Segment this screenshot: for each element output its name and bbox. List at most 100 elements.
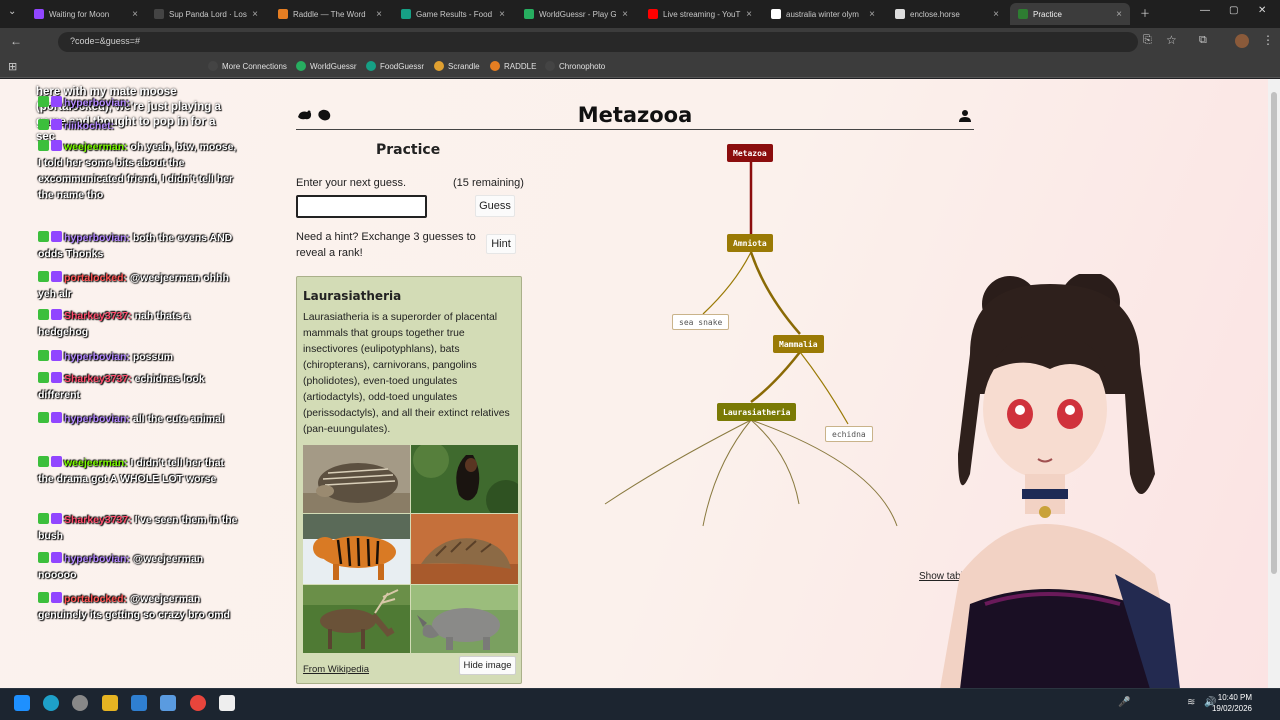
- tab-close-icon[interactable]: ×: [376, 9, 382, 20]
- chat-message: weejeerman: I didn't tell her that the d…: [38, 455, 238, 487]
- tree-guess-echidna[interactable]: echidna: [825, 426, 873, 442]
- windows-start-icon[interactable]: [14, 695, 30, 711]
- tab-favicon-icon: [648, 9, 658, 19]
- chat-message: portalocked: @weejeerman genuinely its g…: [38, 591, 238, 623]
- new-tab-icon[interactable]: ＋: [1140, 5, 1150, 20]
- chat-badge-icon: [51, 372, 62, 383]
- tree-node-mammalia[interactable]: Mammalia: [773, 335, 824, 353]
- chat-username[interactable]: hyperbovian:: [64, 232, 130, 244]
- browser-tab[interactable]: Sup Panda Lord · Los ×: [146, 3, 266, 25]
- tree-node-metazoa[interactable]: Metazoa: [727, 144, 773, 162]
- header-divider: [296, 129, 974, 130]
- hide-image-button[interactable]: Hide image: [459, 656, 516, 675]
- browser-tab[interactable]: Raddle — The Word ×: [270, 3, 390, 25]
- bookmark-item[interactable]: FoodGuessr: [366, 61, 424, 71]
- chat-username[interactable]: Sharkey3737:: [64, 514, 132, 526]
- browser-tab[interactable]: Live streaming - YouT ×: [640, 3, 760, 25]
- vtuber-avatar: [940, 274, 1180, 688]
- browser-tab[interactable]: australia winter olym ×: [763, 3, 883, 25]
- tree-node-laurasiatheria[interactable]: Laurasiatheria: [717, 403, 797, 421]
- chat-username[interactable]: hyperbovian:: [64, 413, 130, 425]
- menu-icon[interactable]: ⋮: [1262, 33, 1274, 47]
- bookmark-item[interactable]: Scrandle: [434, 61, 480, 71]
- tab-close-icon[interactable]: ×: [746, 9, 752, 20]
- hint-button[interactable]: Hint: [486, 234, 516, 254]
- tree-node-amniota[interactable]: Amniota: [727, 234, 773, 252]
- bookmark-star-icon[interactable]: ☆: [1166, 33, 1177, 47]
- hint-text: Need a hint? Exchange 3 guesses to revea…: [296, 231, 476, 259]
- chat-message: hyperbovian: possum: [38, 349, 238, 365]
- chat-message: Sharkey3737: I've seen them in the bush: [38, 512, 238, 544]
- tab-favicon-icon: [1018, 9, 1028, 19]
- wifi-icon[interactable]: ≋: [1187, 697, 1195, 708]
- bookmark-item[interactable]: More Connections: [208, 61, 287, 71]
- chat-badge-icon: [51, 309, 62, 320]
- address-bar[interactable]: ?code=&guess=#: [58, 32, 1138, 52]
- bookmark-item[interactable]: WorldGuessr: [296, 61, 357, 71]
- tab-close-icon[interactable]: ×: [993, 9, 999, 20]
- chat-username[interactable]: hyperbovian:: [64, 97, 130, 109]
- scrollbar-thumb[interactable]: [1271, 92, 1277, 574]
- tab-close-icon[interactable]: ×: [622, 9, 628, 20]
- minimize-icon[interactable]: —: [1200, 5, 1210, 16]
- bookmark-favicon-icon: [490, 61, 500, 71]
- chat-username[interactable]: hyperbovian:: [64, 553, 130, 565]
- chat-text: all the cute animal: [132, 413, 224, 425]
- chat-pinned-message: here with my mate moose (portalocked), w…: [36, 86, 221, 143]
- extensions-icon[interactable]: ⧉: [1199, 34, 1207, 47]
- back-icon[interactable]: ←: [10, 34, 22, 48]
- chat-badge-icon: [51, 271, 62, 282]
- bookmark-favicon-icon: [366, 61, 376, 71]
- logo-icons[interactable]: [297, 107, 333, 126]
- tab-close-icon[interactable]: ×: [869, 9, 875, 20]
- tab-favicon-icon: [895, 9, 905, 19]
- browser-tab[interactable]: Game Results - Food ×: [393, 3, 513, 25]
- chat-username[interactable]: portalocked:: [64, 593, 127, 605]
- vtuber-app-icon[interactable]: [160, 695, 176, 711]
- tree-guess-sea-snake[interactable]: sea snake: [672, 314, 730, 330]
- guess-button[interactable]: Guess: [475, 195, 515, 217]
- chat-text: possum: [132, 351, 174, 363]
- profile-avatar[interactable]: [1235, 34, 1249, 48]
- chat-username[interactable]: weejeerman:: [64, 457, 128, 469]
- edge-icon[interactable]: [43, 695, 59, 711]
- tab-close-icon[interactable]: ×: [499, 9, 505, 20]
- chat-username[interactable]: weejeerman:: [64, 141, 128, 153]
- tab-close-icon[interactable]: ×: [252, 9, 258, 20]
- tab-close-icon[interactable]: ×: [132, 9, 138, 20]
- chat-badge-icon: [38, 309, 49, 320]
- deer-image: [303, 585, 410, 653]
- browser-tab[interactable]: Waiting for Moon ×: [26, 3, 146, 25]
- tiger-image: [303, 514, 410, 584]
- tab-label: australia winter olym: [786, 9, 859, 19]
- close-window-icon[interactable]: ✕: [1258, 5, 1266, 16]
- user-profile-icon[interactable]: [958, 109, 972, 123]
- chat-username[interactable]: Sharkey3737:: [64, 310, 132, 322]
- chat-message: Sharkey3737: echidnas look different: [38, 371, 238, 403]
- browser-tab[interactable]: Practice ×: [1010, 3, 1130, 25]
- chat-username[interactable]: hyperbovian:: [64, 351, 130, 363]
- file-explorer-icon[interactable]: [102, 695, 118, 711]
- app-icon[interactable]: [131, 695, 147, 711]
- wikipedia-link[interactable]: From Wikipedia: [303, 664, 369, 675]
- guess-input[interactable]: [296, 195, 427, 218]
- taskbar-clock[interactable]: 10:40 PM 19/02/2026: [1212, 692, 1252, 714]
- apps-grid-icon[interactable]: ⊞: [8, 60, 17, 73]
- chrome-icon[interactable]: [190, 695, 206, 711]
- browser-tab[interactable]: enclose.horse ×: [887, 3, 1007, 25]
- maximize-icon[interactable]: ▢: [1229, 5, 1238, 16]
- bookmark-item[interactable]: Chronophoto: [545, 61, 605, 71]
- tab-search-icon[interactable]: ⌄: [8, 6, 16, 17]
- tab-favicon-icon: [771, 9, 781, 19]
- microphone-icon[interactable]: 🎤: [1118, 697, 1130, 708]
- chat-username[interactable]: portalocked:: [64, 272, 127, 284]
- chat-username[interactable]: riiikochet:: [64, 120, 114, 132]
- chat-badge-icon: [38, 372, 49, 383]
- bookmark-item[interactable]: RADDLE: [490, 61, 536, 71]
- obs-icon[interactable]: [219, 695, 235, 711]
- chat-username[interactable]: Sharkey3737:: [64, 373, 132, 385]
- cast-icon[interactable]: ⎘: [1143, 34, 1152, 47]
- tab-close-icon[interactable]: ×: [1116, 9, 1122, 20]
- browser-tab[interactable]: WorldGuessr - Play G ×: [516, 3, 636, 25]
- settings-icon[interactable]: [72, 695, 88, 711]
